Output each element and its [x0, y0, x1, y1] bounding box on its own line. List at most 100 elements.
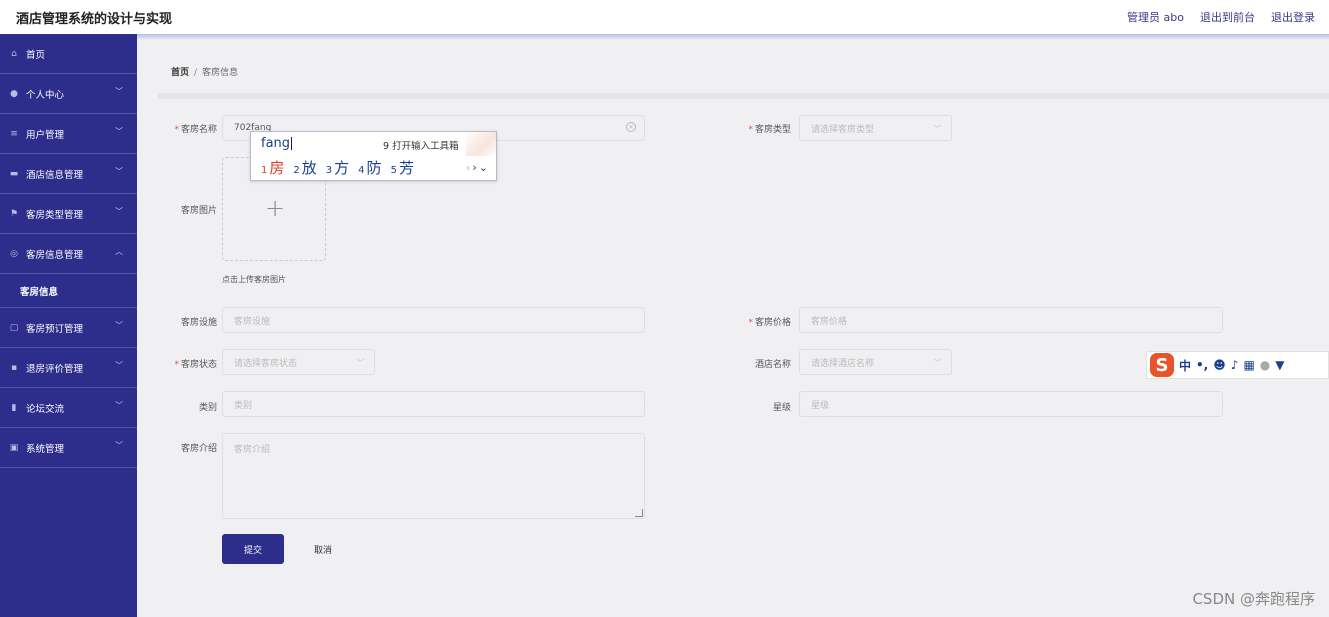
front-link[interactable]: 退出到前台: [1200, 9, 1255, 25]
topbar-shadow: [0, 34, 1329, 40]
plus-icon: +: [265, 194, 286, 222]
room-type-label: * 客房类型: [748, 125, 791, 135]
home-icon: ⌂: [11, 48, 17, 59]
submit-button[interactable]: 提交: [222, 534, 284, 564]
emoji-icon[interactable]: ☻: [1213, 358, 1226, 372]
skin-icon[interactable]: ▼: [1275, 358, 1284, 372]
category-input[interactable]: 类别: [222, 391, 645, 417]
sidebar-item-label: 退房评价管理: [26, 363, 84, 375]
cancel-button[interactable]: 取消: [295, 534, 351, 564]
chevron-down-icon: ﹀: [934, 359, 941, 367]
sidebar-item-checkout-review[interactable]: ▪ 退房评价管理 ﹀: [0, 348, 137, 388]
ime-page-nav[interactable]: ‹›⌄: [466, 161, 490, 174]
keyboard-icon[interactable]: ▦: [1243, 358, 1254, 372]
chevron-down-icon: ⌄: [478, 161, 490, 174]
price-label: * 客房价格: [748, 318, 791, 328]
sidebar-item-label: 个人中心: [26, 89, 65, 101]
sidebar-item-users[interactable]: ≡ 用户管理 ﹀: [0, 114, 137, 154]
hotel-icon: ▬: [9, 168, 19, 179]
chevron-down-icon: ﹀: [357, 359, 364, 367]
book-icon: ▢: [9, 322, 19, 333]
sidebar-item-label: 酒店信息管理: [26, 169, 84, 181]
room-image-label: 客房图片: [180, 206, 217, 216]
sidebar-item-booking[interactable]: ▢ 客房预订管理 ﹀: [0, 308, 137, 348]
sidebar-subitem-room-info[interactable]: 客房信息: [0, 274, 137, 308]
account-icon[interactable]: ●: [1260, 358, 1270, 372]
price-input[interactable]: 客房价格: [799, 307, 1223, 333]
ime-candidate[interactable]: 3方: [326, 157, 349, 178]
menu-icon: ≡: [10, 128, 18, 139]
facility-label: 客房设施: [180, 318, 217, 328]
info-icon: ◎: [10, 248, 18, 259]
star-input[interactable]: 星级: [799, 391, 1223, 417]
ime-toolbox-hint[interactable]: 9 打开输入工具箱: [383, 138, 459, 152]
resize-handle-icon[interactable]: [635, 509, 643, 517]
user-icon: ●: [10, 88, 18, 99]
chevron-down-icon: ﹀: [115, 361, 123, 370]
comment-icon: ▪: [10, 362, 18, 373]
sidebar: ⌂ 首页 ● 个人中心 ﹀ ≡ 用户管理 ﹀ ▬ 酒店信息管理 ﹀ ⚑ 客房类型…: [0, 34, 137, 617]
sidebar-item-label: 客房类型管理: [26, 209, 84, 221]
watermark: CSDN @奔跑程序: [1192, 590, 1315, 608]
ime-decoration: [466, 132, 496, 156]
breadcrumb: 首页 / 客房信息: [171, 65, 238, 78]
sidebar-item-home[interactable]: ⌂ 首页: [0, 34, 137, 74]
hotel-name-select[interactable]: 请选择酒店名称 ﹀: [799, 349, 952, 375]
chevron-down-icon: ﹀: [115, 87, 123, 96]
ime-candidate[interactable]: 5芳: [391, 157, 414, 178]
ime-candidate[interactable]: 1房: [261, 157, 284, 178]
status-select[interactable]: 请选择客房状态 ﹀: [222, 349, 375, 375]
upload-tip: 点击上传客房图片: [222, 275, 286, 284]
app-title: 酒店管理系统的设计与实现: [16, 11, 173, 27]
room-name-label: * 客房名称: [174, 125, 217, 135]
facility-input[interactable]: 客房设施: [222, 307, 645, 333]
microphone-icon[interactable]: ♪: [1231, 358, 1239, 372]
sidebar-item-label: 系统管理: [26, 443, 65, 455]
sogou-logo-icon[interactable]: S: [1150, 353, 1174, 377]
chevron-down-icon: ﹀: [115, 207, 123, 216]
chevron-down-icon: ﹀: [115, 441, 123, 450]
logout-link[interactable]: 退出登录: [1271, 9, 1315, 25]
breadcrumb-home[interactable]: 首页: [171, 68, 189, 78]
chevron-down-icon: ﹀: [934, 125, 941, 133]
category-label: 类别: [198, 403, 217, 413]
ime-mode-toggle[interactable]: 中: [1179, 357, 1191, 374]
breadcrumb-separator: /: [194, 68, 198, 78]
sidebar-item-room-type[interactable]: ⚑ 客房类型管理 ﹀: [0, 194, 137, 234]
ime-composition: fang: [261, 136, 293, 151]
sidebar-item-profile[interactable]: ● 个人中心 ﹀: [0, 74, 137, 114]
top-right-links: 管理员 abo 退出到前台 退出登录: [1127, 9, 1315, 25]
ime-candidate[interactable]: 4防: [358, 157, 381, 178]
ime-toolbar: S 中 •, ☻ ♪ ▦ ● ▼: [1146, 351, 1329, 379]
status-label: * 客房状态: [174, 360, 217, 370]
star-label: 星级: [772, 403, 791, 413]
hotel-name-label: 酒店名称: [754, 360, 791, 370]
sidebar-item-hotel-info[interactable]: ▬ 酒店信息管理 ﹀: [0, 154, 137, 194]
system-icon: ▣: [9, 442, 19, 453]
chevron-down-icon: ﹀: [115, 167, 123, 176]
sidebar-item-label: 首页: [26, 49, 46, 61]
top-bar: 酒店管理系统的设计与实现 管理员 abo 退出到前台 退出登录: [0, 0, 1329, 34]
sidebar-item-room-info[interactable]: ◎ 客房信息管理 ︿: [0, 234, 137, 274]
intro-textarea[interactable]: 客房介绍: [222, 433, 645, 519]
chevron-up-icon: ︿: [115, 247, 123, 256]
breadcrumb-current: 客房信息: [202, 68, 239, 78]
ime-candidate-list: 1房 2放 3方 4防 5芳: [261, 157, 414, 178]
sidebar-item-system[interactable]: ▣ 系统管理 ﹀: [0, 428, 137, 468]
chevron-down-icon: ﹀: [115, 321, 123, 330]
punctuation-icon[interactable]: •,: [1196, 358, 1208, 372]
sidebar-item-label: 客房预订管理: [26, 323, 84, 335]
room-type-select[interactable]: 请选择客房类型 ﹀: [799, 115, 952, 141]
flag-icon: ⚑: [9, 208, 19, 219]
sidebar-item-forum[interactable]: ▮ 论坛交流 ﹀: [0, 388, 137, 428]
chevron-down-icon: ﹀: [115, 401, 123, 410]
intro-label: 客房介绍: [180, 444, 217, 454]
sidebar-item-label: 论坛交流: [26, 403, 65, 415]
clear-icon[interactable]: ×: [626, 122, 636, 132]
sidebar-item-label: 用户管理: [26, 129, 65, 141]
breadcrumb-card: 首页 / 客房信息: [157, 43, 1329, 99]
sidebar-item-label: 客房信息管理: [26, 249, 84, 261]
ime-candidate[interactable]: 2放: [293, 157, 316, 178]
admin-user-label: 管理员 abo: [1127, 11, 1184, 24]
ime-candidate-window: fang 9 打开输入工具箱 1房 2放 3方 4防 5芳 ‹›⌄: [250, 131, 497, 181]
